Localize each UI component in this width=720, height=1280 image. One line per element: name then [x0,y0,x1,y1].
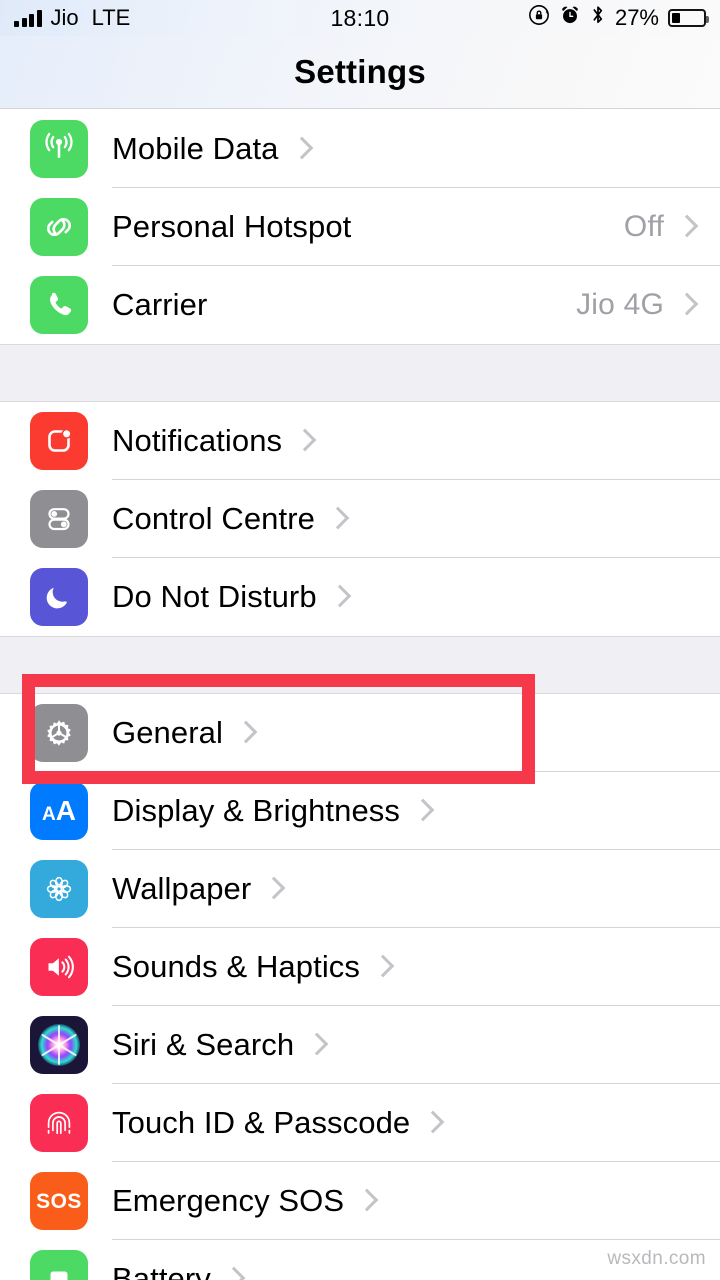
settings-row-label: General [112,715,223,750]
chevron-right-icon [225,1265,241,1280]
carrier-name: Jio [50,5,79,30]
settings-row-sounds-haptics[interactable]: Sounds & Haptics [0,928,720,1006]
settings-row-label: Control Centre [112,501,315,536]
speaker-icon [30,938,88,996]
signal-bars-icon [14,9,42,27]
settings-row-label: Siri & Search [112,1027,295,1062]
settings-row-mobile-data[interactable]: Mobile Data [0,110,720,188]
status-bar-right: 27% [528,4,709,32]
settings-row-label: Mobile Data [112,131,279,166]
chevron-right-icon [374,953,390,981]
settings-row-label: Emergency SOS [112,1183,345,1218]
battery-icon [668,9,709,27]
settings-row-notifications[interactable]: Notifications [0,402,720,480]
chevron-right-icon [358,1187,374,1215]
settings-row-label: Carrier [112,287,208,322]
settings-row-emergency-sos[interactable]: SOS Emergency SOS [0,1162,720,1240]
settings-row-label: Personal Hotspot [112,209,352,244]
settings-row-label: Sounds & Haptics [112,949,361,984]
siri-orb-icon [30,1016,88,1074]
moon-icon [30,568,88,626]
settings-row-label: Do Not Disturb [112,579,317,614]
settings-row-carrier[interactable]: Carrier Jio 4G [0,266,720,344]
settings-row-general[interactable]: General [0,694,720,772]
aa-glyph: AA [42,797,76,825]
status-bar: Jio LTE 18:10 27% [0,0,720,36]
settings-group-notifications: Notifications Control Centre Do Not Dist… [0,402,720,636]
status-bar-left: Jio LTE [14,5,130,31]
aa-small-letter: A [42,804,56,825]
settings-row-label: Wallpaper [112,871,252,906]
settings-row-touch-id-passcode[interactable]: Touch ID & Passcode [0,1084,720,1162]
settings-row-display-brightness[interactable]: AA Display & Brightness [0,772,720,850]
settings-row-wallpaper[interactable]: Wallpaper [0,850,720,928]
gear-icon [30,704,88,762]
flower-icon [30,860,88,918]
antenna-icon [30,120,88,178]
rotation-lock-icon [528,4,550,32]
chevron-right-icon [678,291,694,319]
text-size-aa-icon: AA [30,782,88,840]
toggles-icon [30,490,88,548]
sos-icon: SOS [30,1172,88,1230]
settings-group-general: General AA Display & Brightness Wallpape… [0,694,720,1280]
settings-row-control-centre[interactable]: Control Centre [0,480,720,558]
chevron-right-icon [414,797,430,825]
chevron-right-icon [329,505,345,533]
chevron-right-icon [424,1109,440,1137]
settings-row-personal-hotspot[interactable]: Personal Hotspot Off [0,188,720,266]
group-separator [0,636,720,694]
chevron-right-icon [331,583,347,611]
chevron-right-icon [296,427,312,455]
bluetooth-icon [590,4,606,32]
settings-row-value: Off [623,210,664,243]
phone-handset-icon [30,276,88,334]
settings-row-label: Notifications [112,423,283,458]
chevron-right-icon [237,719,253,747]
chevron-right-icon [293,135,309,163]
navigation-bar: Settings [0,36,720,109]
settings-group-connectivity: Mobile Data Personal Hotspot Off Carrier… [0,110,720,344]
settings-row-label: Display & Brightness [112,793,401,828]
iphone-screen: Jio LTE 18:10 27% Settings Mobile Data P… [0,0,720,1280]
settings-list[interactable]: Mobile Data Personal Hotspot Off Carrier… [0,110,720,1280]
group-separator [0,344,720,402]
notification-badge-icon [30,412,88,470]
page-title: Settings [294,53,426,90]
network-type-label: LTE [91,5,131,30]
battery-percent-label: 27% [614,5,659,30]
battery-fill [672,13,681,23]
battery-green-icon [30,1250,88,1280]
alarm-clock-icon [559,4,581,32]
hotspot-link-icon [30,198,88,256]
fingerprint-icon [30,1094,88,1152]
aa-big-letter: A [55,795,76,826]
settings-row-label: Battery [112,1261,211,1280]
settings-row-value: Jio 4G [576,288,664,321]
settings-row-siri-search[interactable]: Siri & Search [0,1006,720,1084]
settings-row-do-not-disturb[interactable]: Do Not Disturb [0,558,720,636]
settings-row-label: Touch ID & Passcode [112,1105,411,1140]
watermark: wsxdn.com [607,1248,706,1269]
chevron-right-icon [265,875,281,903]
chevron-right-icon [308,1031,324,1059]
chevron-right-icon [678,213,694,241]
sos-glyph: SOS [36,1189,82,1213]
